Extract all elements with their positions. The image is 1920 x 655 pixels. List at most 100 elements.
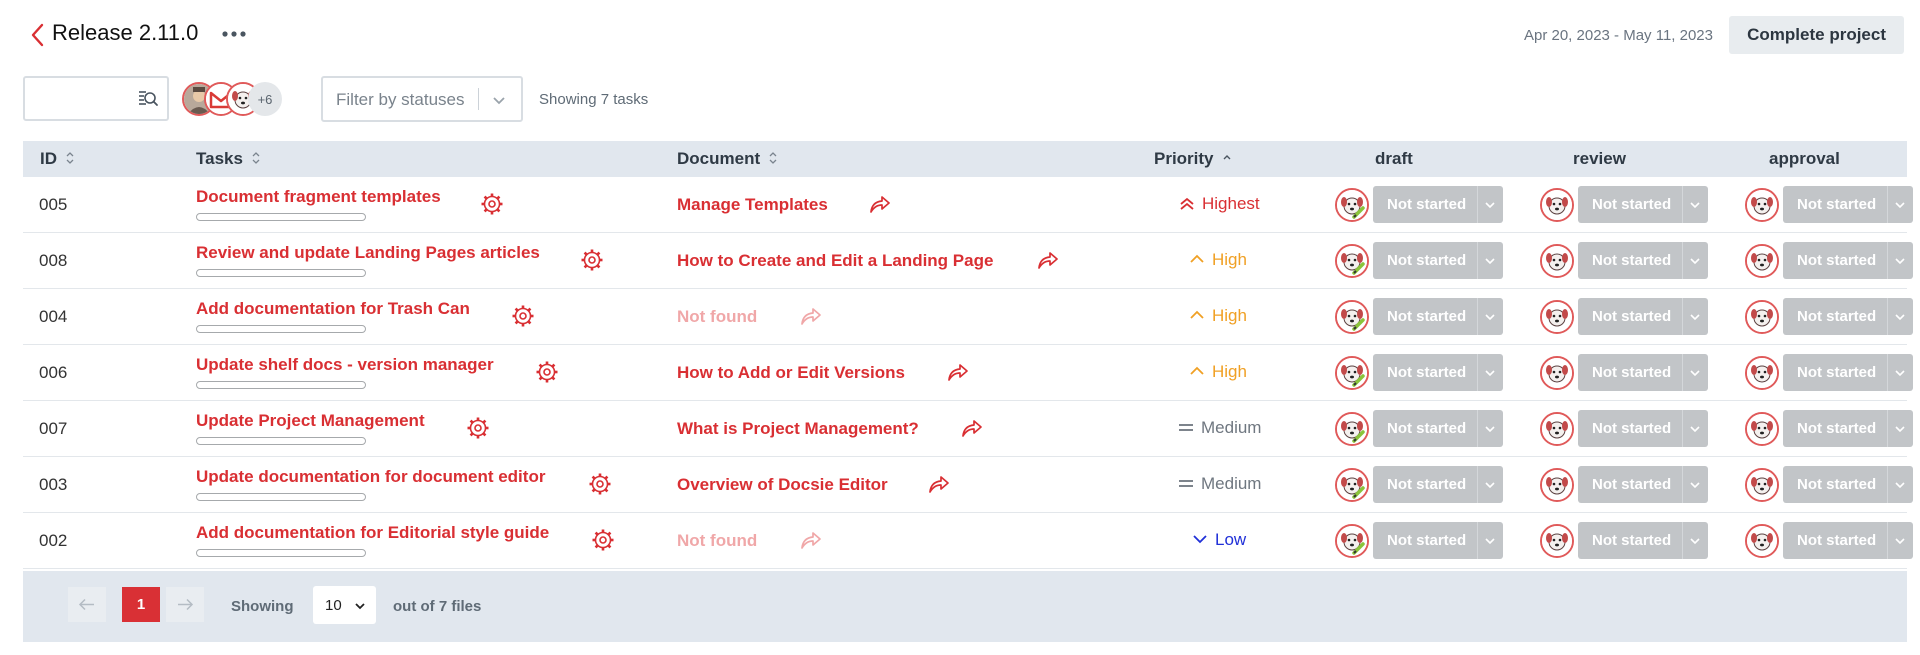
task-title-link[interactable]: Document fragment templates — [196, 187, 441, 207]
task-count-text: Showing 7 tasks — [539, 91, 649, 108]
page-1-button[interactable]: 1 — [122, 587, 160, 622]
sort-icon[interactable] — [251, 151, 261, 165]
task-title-link[interactable]: Add documentation for Trash Can — [196, 299, 470, 319]
reviewer-avatar[interactable] — [1745, 468, 1779, 502]
share-icon[interactable] — [1036, 249, 1060, 271]
document-link[interactable]: How to Create and Edit a Landing Page — [677, 251, 993, 271]
arrow-right-icon — [178, 598, 194, 611]
approval-status-dropdown[interactable]: Not started — [1783, 354, 1913, 391]
reviewer-avatar[interactable] — [1745, 356, 1779, 390]
search-icon[interactable] — [137, 88, 159, 110]
reviewer-avatar[interactable] — [1745, 300, 1779, 334]
reviewer-avatar[interactable] — [1540, 244, 1574, 278]
reviewer-avatar[interactable] — [1540, 188, 1574, 222]
reviewer-avatar[interactable] — [1540, 468, 1574, 502]
document-link[interactable]: How to Add or Edit Versions — [677, 363, 905, 383]
reviewer-avatar[interactable] — [1335, 412, 1369, 446]
chevron-down-icon — [1483, 198, 1497, 212]
draft-status-dropdown[interactable]: Not started — [1373, 466, 1503, 503]
priority-highest: Highest — [1178, 194, 1260, 214]
divider — [1887, 410, 1888, 447]
gear-icon[interactable] — [588, 472, 612, 496]
share-icon[interactable] — [960, 417, 984, 439]
divider — [1682, 186, 1683, 223]
page-header: Release 2.11.0 Apr 20, 2023 - May 11, 20… — [0, 0, 1920, 70]
approval-status-dropdown[interactable]: Not started — [1783, 410, 1913, 447]
status-label: Not started — [1387, 476, 1467, 493]
sort-icon[interactable] — [768, 151, 778, 165]
gear-icon[interactable] — [466, 416, 490, 440]
gear-icon[interactable] — [535, 360, 559, 384]
approval-status-dropdown[interactable]: Not started — [1783, 242, 1913, 279]
draft-status-dropdown[interactable]: Not started — [1373, 242, 1503, 279]
column-header-id[interactable]: ID — [40, 141, 75, 177]
reviewer-avatar[interactable] — [1540, 412, 1574, 446]
column-header-tasks[interactable]: Tasks — [196, 141, 261, 177]
date-range: Apr 20, 2023 - May 11, 2023 — [1523, 27, 1713, 44]
more-assignees-badge[interactable]: +6 — [248, 82, 282, 116]
approval-status-dropdown[interactable]: Not started — [1783, 186, 1913, 223]
task-title-link[interactable]: Update shelf docs - version manager — [196, 355, 494, 375]
sort-ascending-icon[interactable] — [1222, 151, 1232, 165]
task-title-link[interactable]: Update documentation for document editor — [196, 467, 545, 487]
next-page-button[interactable] — [166, 587, 204, 622]
reviewer-avatar[interactable] — [1540, 300, 1574, 334]
gear-icon[interactable] — [580, 248, 604, 272]
reviewer-avatar[interactable] — [1335, 524, 1369, 558]
divider — [478, 88, 479, 110]
approval-status-dropdown[interactable]: Not started — [1783, 466, 1913, 503]
task-title-link[interactable]: Update Project Management — [196, 411, 425, 431]
draft-status-dropdown[interactable]: Not started — [1373, 354, 1503, 391]
reviewer-avatar[interactable] — [1745, 188, 1779, 222]
status-label: Not started — [1387, 364, 1467, 381]
search-input[interactable] — [31, 84, 131, 113]
review-status-dropdown[interactable]: Not started — [1578, 354, 1708, 391]
reviewer-avatar[interactable] — [1745, 244, 1779, 278]
gear-icon[interactable] — [591, 528, 615, 552]
task-title-link[interactable]: Add documentation for Editorial style gu… — [196, 523, 549, 543]
draft-status-dropdown[interactable]: Not started — [1373, 522, 1503, 559]
reviewer-avatar[interactable] — [1745, 412, 1779, 446]
review-status-dropdown[interactable]: Not started — [1578, 298, 1708, 335]
sort-icon[interactable] — [65, 151, 75, 165]
reviewer-avatar[interactable] — [1335, 356, 1369, 390]
review-status-dropdown[interactable]: Not started — [1578, 466, 1708, 503]
draft-status-dropdown[interactable]: Not started — [1373, 410, 1503, 447]
approval-status-dropdown[interactable]: Not started — [1783, 522, 1913, 559]
share-icon[interactable] — [927, 473, 951, 495]
review-status-dropdown[interactable]: Not started — [1578, 186, 1708, 223]
page-size-select[interactable]: 10 — [313, 586, 376, 624]
reviewer-avatar[interactable] — [1335, 244, 1369, 278]
chevron-down-icon[interactable] — [491, 92, 507, 108]
share-icon[interactable] — [868, 193, 892, 215]
document-link[interactable]: Overview of Docsie Editor — [677, 475, 888, 495]
column-header-document[interactable]: Document — [677, 141, 778, 177]
reviewer-avatar[interactable] — [1335, 300, 1369, 334]
reviewer-avatar[interactable] — [1540, 524, 1574, 558]
gear-icon[interactable] — [511, 304, 535, 328]
back-chevron-icon[interactable] — [28, 22, 46, 48]
reviewer-avatar[interactable] — [1540, 356, 1574, 390]
review-status-dropdown[interactable]: Not started — [1578, 522, 1708, 559]
draft-status-dropdown[interactable]: Not started — [1373, 186, 1503, 223]
draft-status-dropdown[interactable]: Not started — [1373, 298, 1503, 335]
status-filter-select[interactable]: Filter by statuses — [321, 76, 523, 122]
divider — [1887, 242, 1888, 279]
approval-status-dropdown[interactable]: Not started — [1783, 298, 1913, 335]
reviewer-avatar[interactable] — [1335, 468, 1369, 502]
complete-project-button[interactable]: Complete project — [1729, 16, 1904, 54]
reviewer-avatar[interactable] — [1745, 524, 1779, 558]
gear-icon[interactable] — [480, 192, 504, 216]
reviewer-avatar[interactable] — [1335, 188, 1369, 222]
column-header-priority[interactable]: Priority — [1154, 141, 1232, 177]
share-icon[interactable] — [946, 361, 970, 383]
task-title-link[interactable]: Review and update Landing Pages articles — [196, 243, 540, 263]
table-row: 006 Update shelf docs - version manager Ho… — [23, 345, 1913, 401]
document-link[interactable]: What is Project Management? — [677, 419, 919, 439]
priority-label: Low — [1215, 530, 1247, 549]
more-options-icon[interactable] — [220, 24, 248, 44]
document-link[interactable]: Manage Templates — [677, 195, 828, 215]
review-status-dropdown[interactable]: Not started — [1578, 242, 1708, 279]
review-status-dropdown[interactable]: Not started — [1578, 410, 1708, 447]
previous-page-button[interactable] — [68, 587, 106, 622]
